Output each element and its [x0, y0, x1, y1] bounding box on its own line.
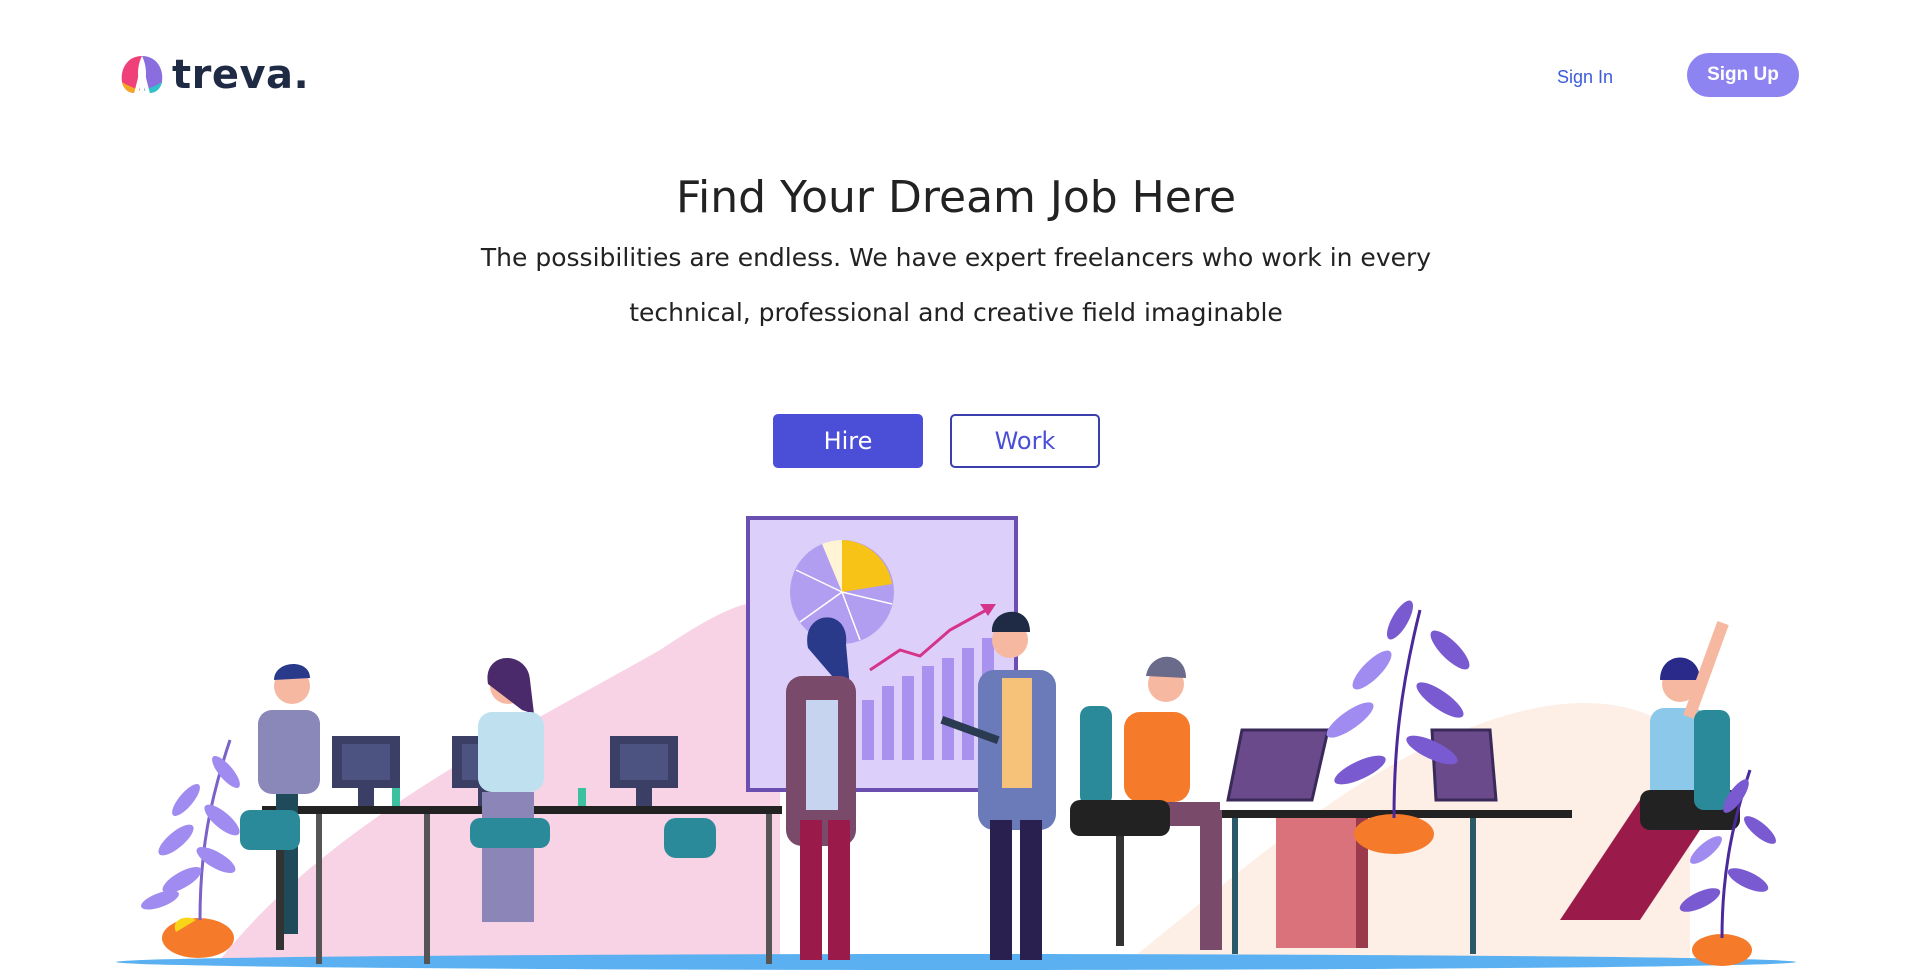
work-button[interactable]: Work — [950, 414, 1100, 468]
sign-in-link[interactable]: Sign In — [1540, 62, 1630, 92]
hero-subtitle: The possibilities are endless. We have e… — [480, 243, 1432, 327]
left-plant — [141, 739, 240, 958]
hire-button[interactable]: Hire — [773, 414, 923, 468]
logo-text: treva. — [172, 52, 310, 98]
empty-chair — [664, 818, 716, 858]
office-illustration — [116, 516, 1796, 970]
site-header: treva. Sign In Sign Up — [0, 0, 1912, 150]
logo[interactable]: treva. — [116, 52, 309, 98]
treva-logo-icon — [121, 56, 163, 96]
hero-title: Find Your Dream Job Here — [675, 172, 1237, 223]
sign-up-button[interactable]: Sign Up — [1687, 53, 1799, 97]
floor-shadow — [116, 954, 1796, 970]
